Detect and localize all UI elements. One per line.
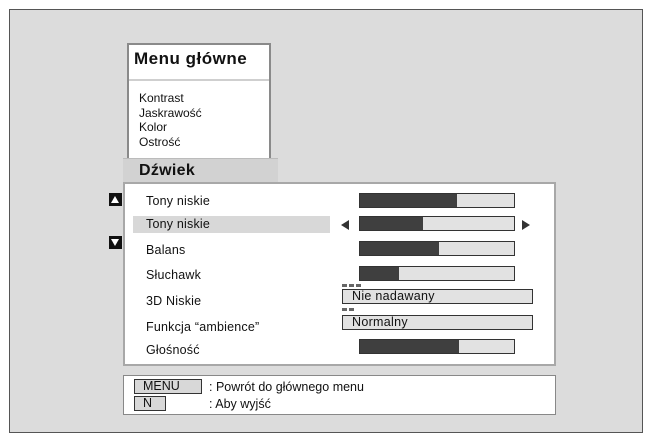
down-triangle-icon [111, 239, 119, 246]
indicator-dash [342, 284, 347, 287]
main-menu-divider [129, 79, 269, 81]
level-bar-sluchawk[interactable] [359, 266, 515, 281]
main-menu-item-ostrosc[interactable]: Ostrość [139, 135, 202, 150]
n-key-label[interactable]: N [134, 396, 166, 411]
row-label-balans[interactable]: Balans [146, 243, 185, 257]
main-menu-panel: Menu główne Kontrast Jaskrawość Kolor Os… [127, 43, 271, 161]
level-bar-glosnosc[interactable] [359, 339, 515, 354]
main-menu-title: Menu główne [134, 49, 248, 68]
main-menu-item-jaskrawosc[interactable]: Jaskrawość [139, 106, 202, 121]
main-menu-item-kontrast[interactable]: Kontrast [139, 91, 202, 106]
level-bar-balans[interactable] [359, 241, 515, 256]
level-fill [360, 217, 424, 230]
row-label-tony-niskie-2[interactable]: Tony niskie [146, 217, 210, 231]
indicator-dash [349, 308, 354, 311]
level-bar-tony-niskie-2[interactable] [359, 216, 515, 231]
row-label-glosnosc[interactable]: Głośność [146, 343, 200, 357]
tv-screen: Menu główne Kontrast Jaskrawość Kolor Os… [9, 9, 643, 433]
help-footer: MENU : Powrót do głównego menu N : Aby w… [123, 375, 556, 415]
indicator-dash [349, 284, 354, 287]
indicator-dash [342, 308, 347, 311]
level-fill [360, 242, 439, 255]
up-triangle-icon [111, 196, 119, 203]
main-menu-item-kolor[interactable]: Kolor [139, 120, 202, 135]
n-key-description: : Aby wyjść [209, 397, 271, 411]
level-fill [360, 340, 459, 353]
sound-menu-title: Dźwiek [139, 162, 196, 179]
row-label-ambience[interactable]: Funkcja “ambience” [146, 320, 259, 334]
indicator-dash [356, 284, 361, 287]
scroll-up-button[interactable] [109, 193, 122, 206]
right-arrow-icon[interactable] [522, 220, 530, 230]
level-bar-tony-niskie-1[interactable] [359, 193, 515, 208]
main-menu-list: Kontrast Jaskrawość Kolor Ostrość [139, 91, 202, 149]
value-box-3d-niskie[interactable]: Nie nadawany [342, 289, 533, 304]
left-arrow-icon[interactable] [341, 220, 349, 230]
menu-key-label[interactable]: MENU [134, 379, 202, 394]
menu-key-description: : Powrót do głównego menu [209, 380, 364, 394]
value-box-ambience[interactable]: Normalny [342, 315, 533, 330]
row-label-3d-niskie[interactable]: 3D Niskie [146, 294, 201, 308]
row-label-tony-niskie-1[interactable]: Tony niskie [146, 194, 210, 208]
sound-settings-panel: Tony niskie Tony niskie Balans Słuchawk … [123, 182, 556, 366]
row-label-sluchawk[interactable]: Słuchawk [146, 268, 201, 282]
level-fill [360, 267, 399, 280]
level-fill [360, 194, 458, 207]
scroll-down-button[interactable] [109, 236, 122, 249]
